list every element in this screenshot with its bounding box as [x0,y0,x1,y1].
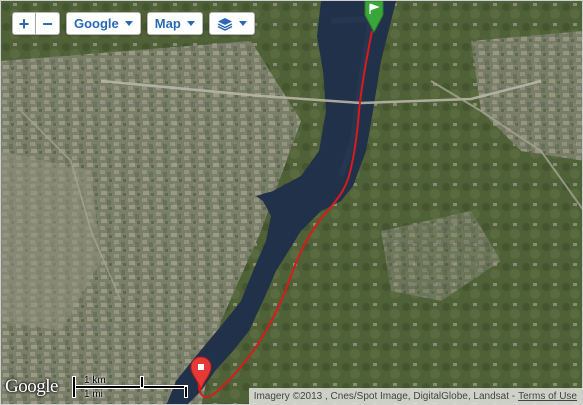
scale-bar: 1 km 1 mi [71,373,191,401]
chevron-down-icon [124,21,133,26]
zoom-out-button[interactable]: − [36,12,60,35]
map-view[interactable]: + − Google Map Google 1 km 1 mi Imagery … [0,0,583,405]
google-logo[interactable]: Google [5,376,58,398]
scale-line [73,386,187,388]
layers-icon [217,17,233,31]
map-type-label: Map [154,16,181,31]
satellite-imagery [1,1,582,404]
chevron-down-icon [186,21,195,26]
red-pin-marker-icon [190,356,212,391]
scale-tick [73,377,75,397]
layers-dropdown[interactable] [208,12,255,35]
zoom-in-button[interactable]: + [12,12,36,35]
scale-metric-label: 1 km [84,375,106,386]
start-marker[interactable] [363,1,385,38]
zoom-controls: + − [12,12,60,35]
scale-imperial-label: 1 mi [84,389,103,400]
green-flag-marker-icon [364,1,384,34]
terms-of-use-link[interactable]: Terms of Use [518,391,577,402]
provider-label: Google [74,16,119,31]
map-controls: + − Google Map [12,12,255,35]
attribution-text: Imagery ©2013 , Cnes/Spot Image, Digital… [253,390,516,402]
chevron-down-icon [238,21,247,26]
map-type-dropdown[interactable]: Map [146,12,203,35]
provider-dropdown[interactable]: Google [66,12,141,35]
scale-tick [185,387,187,397]
map-attribution: Imagery ©2013 , Cnes/Spot Image, Digital… [248,388,582,404]
scale-tick [141,377,143,387]
end-marker[interactable] [189,355,213,396]
